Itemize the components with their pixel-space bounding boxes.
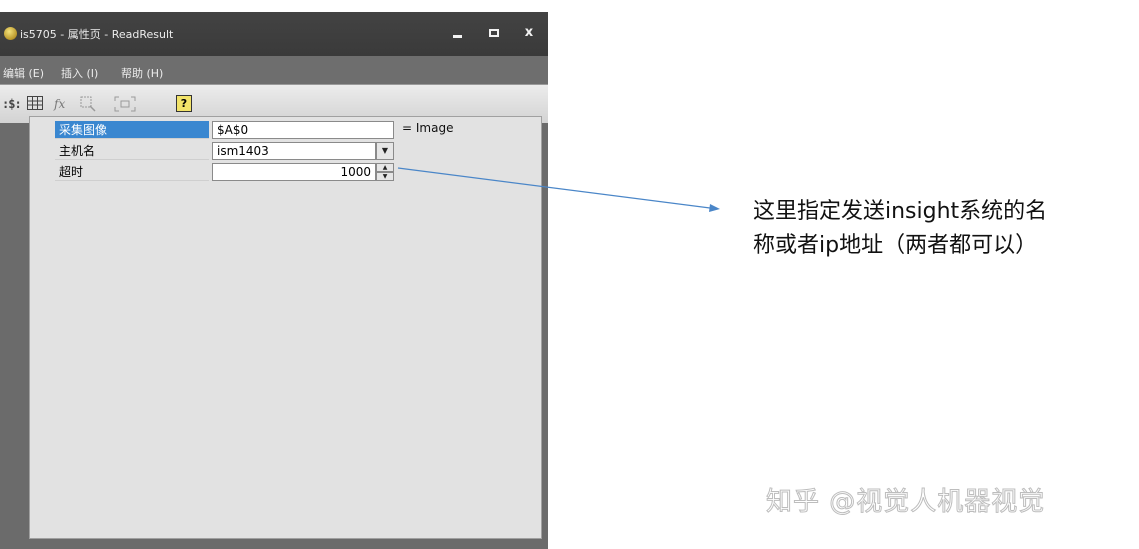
watermark: 知乎 @视觉人机器视觉	[765, 487, 1046, 518]
annotation-text: 这里指定发送insight系统的名 称或者ip地址（两者都可以）	[753, 195, 1123, 263]
annotation-line-1: 这里指定发送insight系统的名	[753, 199, 1048, 224]
annotation-line-2: 称或者ip地址（两者都可以）	[753, 233, 1038, 258]
annotation-arrow	[397, 167, 720, 212]
